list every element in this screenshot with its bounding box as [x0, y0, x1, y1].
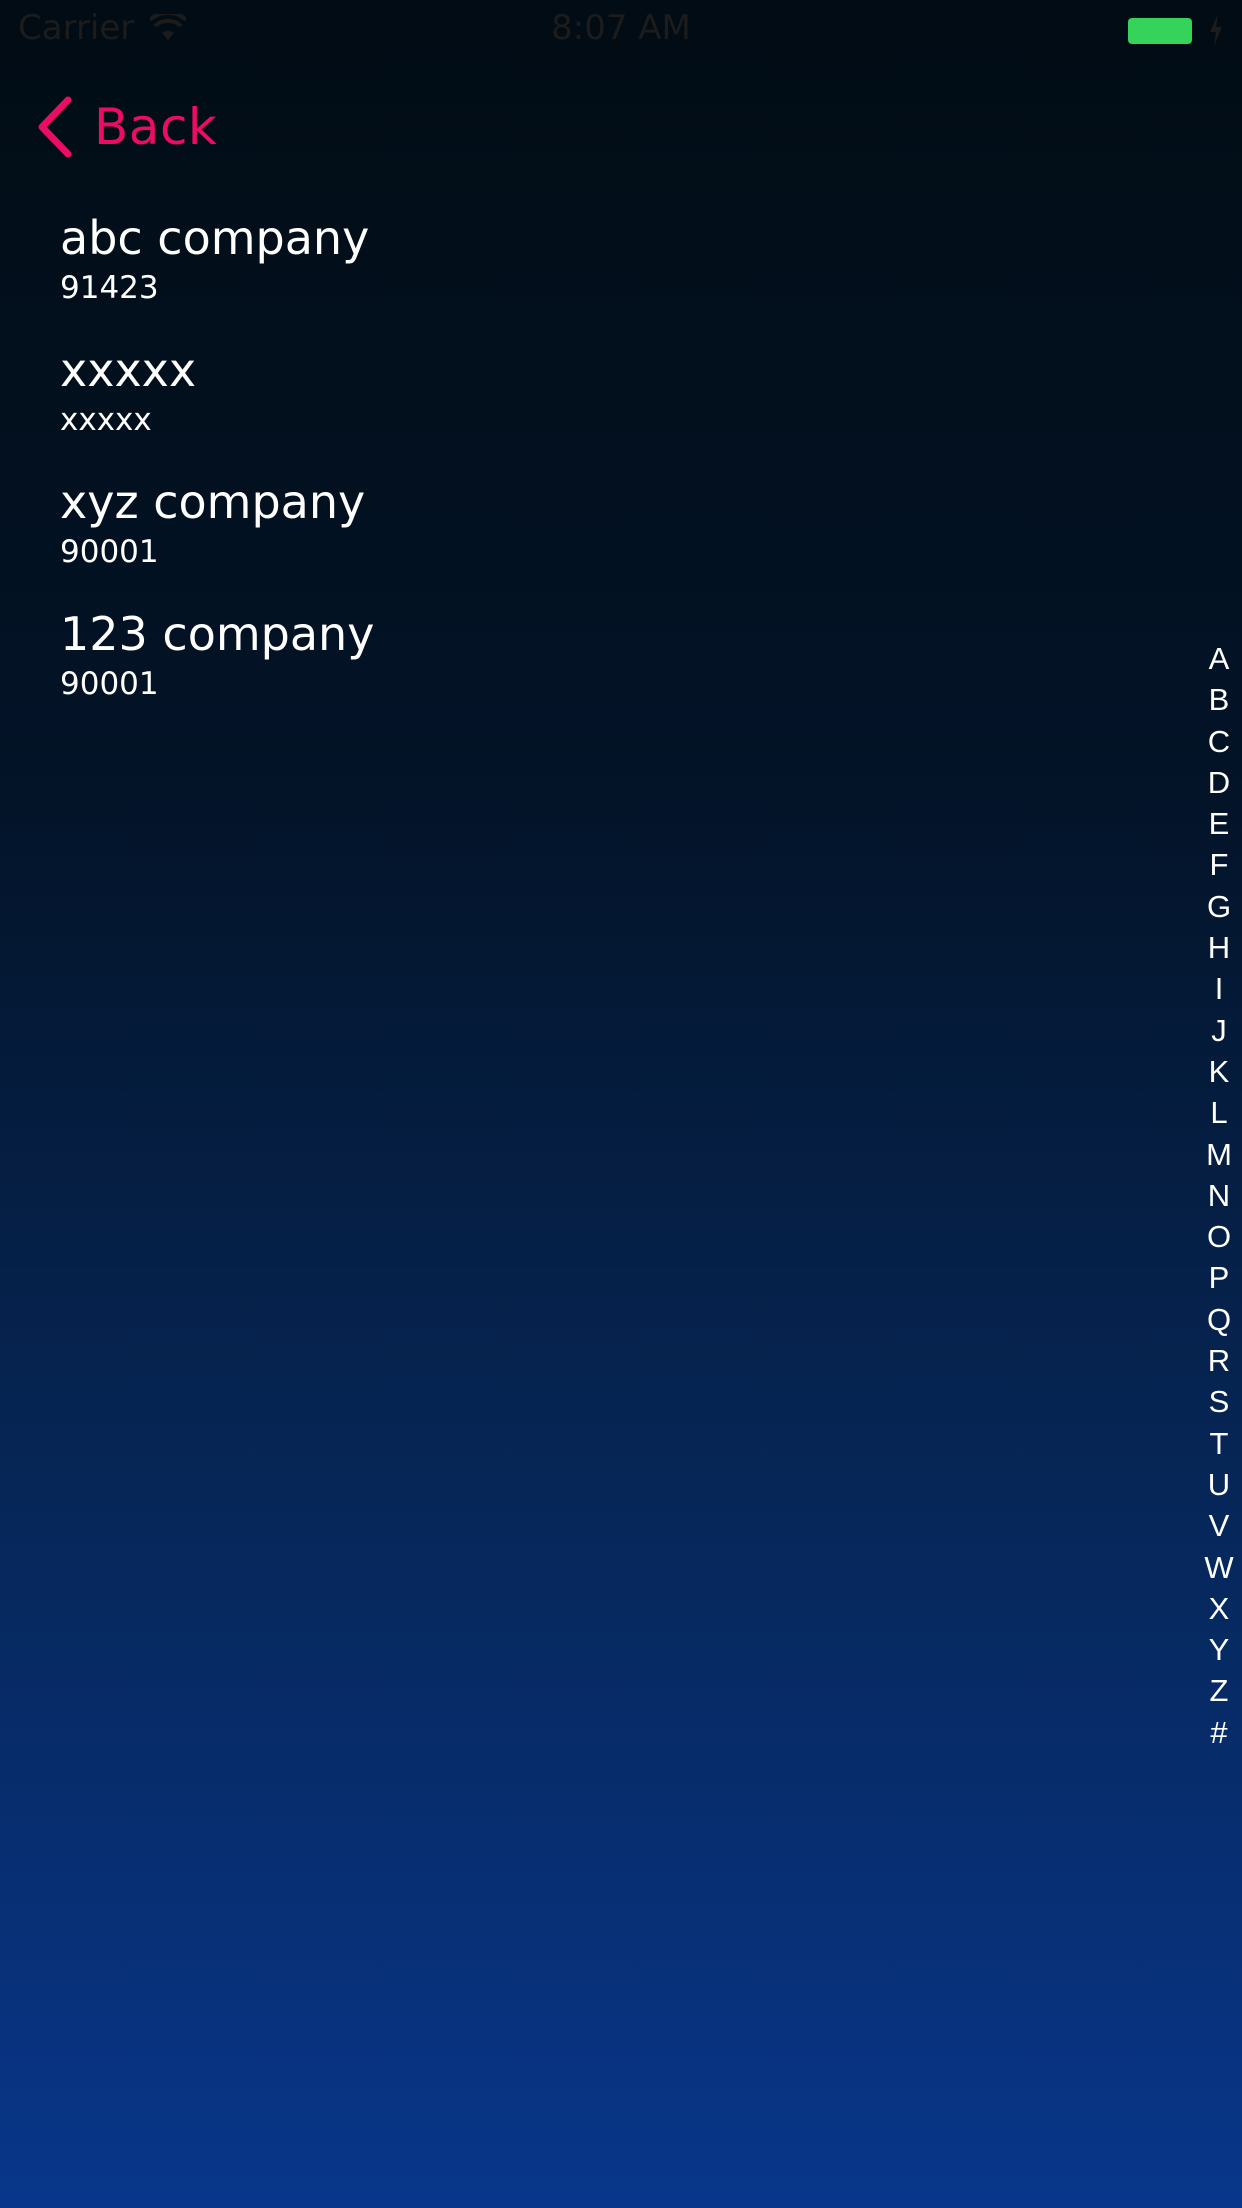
index-letter-b[interactable]: B [1196, 679, 1242, 720]
index-letter-r[interactable]: R [1196, 1340, 1242, 1381]
list-item[interactable]: xxxxx xxxxx [60, 340, 1160, 472]
list-item[interactable]: abc company 91423 [60, 208, 1160, 340]
item-title: abc company [60, 211, 370, 265]
index-letter-l[interactable]: L [1196, 1092, 1242, 1133]
index-letter-x[interactable]: X [1196, 1588, 1242, 1629]
index-letter-hash[interactable]: # [1196, 1712, 1242, 1753]
index-letter-h[interactable]: H [1196, 927, 1242, 968]
index-letter-f[interactable]: F [1196, 844, 1242, 885]
index-letter-v[interactable]: V [1196, 1505, 1242, 1546]
index-letter-n[interactable]: N [1196, 1175, 1242, 1216]
index-letter-t[interactable]: T [1196, 1423, 1242, 1464]
index-letter-y[interactable]: Y [1196, 1629, 1242, 1670]
item-subtitle: 91423 [60, 270, 159, 306]
index-letter-o[interactable]: O [1196, 1216, 1242, 1257]
battery-icon [1128, 18, 1192, 44]
index-letter-q[interactable]: Q [1196, 1299, 1242, 1340]
status-time: 8:07 AM [551, 8, 691, 48]
index-letter-a[interactable]: A [1196, 638, 1242, 679]
chevron-left-icon [38, 96, 72, 158]
charging-icon [1210, 14, 1222, 46]
section-index[interactable]: A B C D E F G H I J K L M N O P Q R S T … [1196, 638, 1242, 1753]
item-title: xxxxx [60, 343, 197, 397]
index-letter-j[interactable]: J [1196, 1010, 1242, 1051]
list-item[interactable]: 123 company 90001 [60, 604, 1160, 736]
company-list: abc company 91423 xxxxx xxxxx xyz compan… [60, 208, 1160, 736]
index-letter-i[interactable]: I [1196, 968, 1242, 1009]
item-subtitle: 90001 [60, 534, 159, 570]
index-letter-c[interactable]: C [1196, 721, 1242, 762]
index-letter-e[interactable]: E [1196, 803, 1242, 844]
index-letter-m[interactable]: M [1196, 1134, 1242, 1175]
item-subtitle: xxxxx [60, 402, 152, 438]
index-letter-w[interactable]: W [1196, 1547, 1242, 1588]
list-item[interactable]: xyz company 90001 [60, 472, 1160, 604]
index-letter-u[interactable]: U [1196, 1464, 1242, 1505]
back-label: Back [94, 98, 218, 156]
index-letter-d[interactable]: D [1196, 762, 1242, 803]
index-letter-g[interactable]: G [1196, 886, 1242, 927]
item-subtitle: 90001 [60, 666, 159, 702]
back-button[interactable]: Back [34, 92, 217, 162]
index-letter-k[interactable]: K [1196, 1051, 1242, 1092]
status-bar: Carrier 8:07 AM [0, 0, 1242, 60]
index-letter-p[interactable]: P [1196, 1257, 1242, 1298]
item-title: 123 company [60, 607, 375, 661]
index-letter-s[interactable]: S [1196, 1381, 1242, 1422]
index-letter-z[interactable]: Z [1196, 1670, 1242, 1711]
item-title: xyz company [60, 475, 366, 529]
